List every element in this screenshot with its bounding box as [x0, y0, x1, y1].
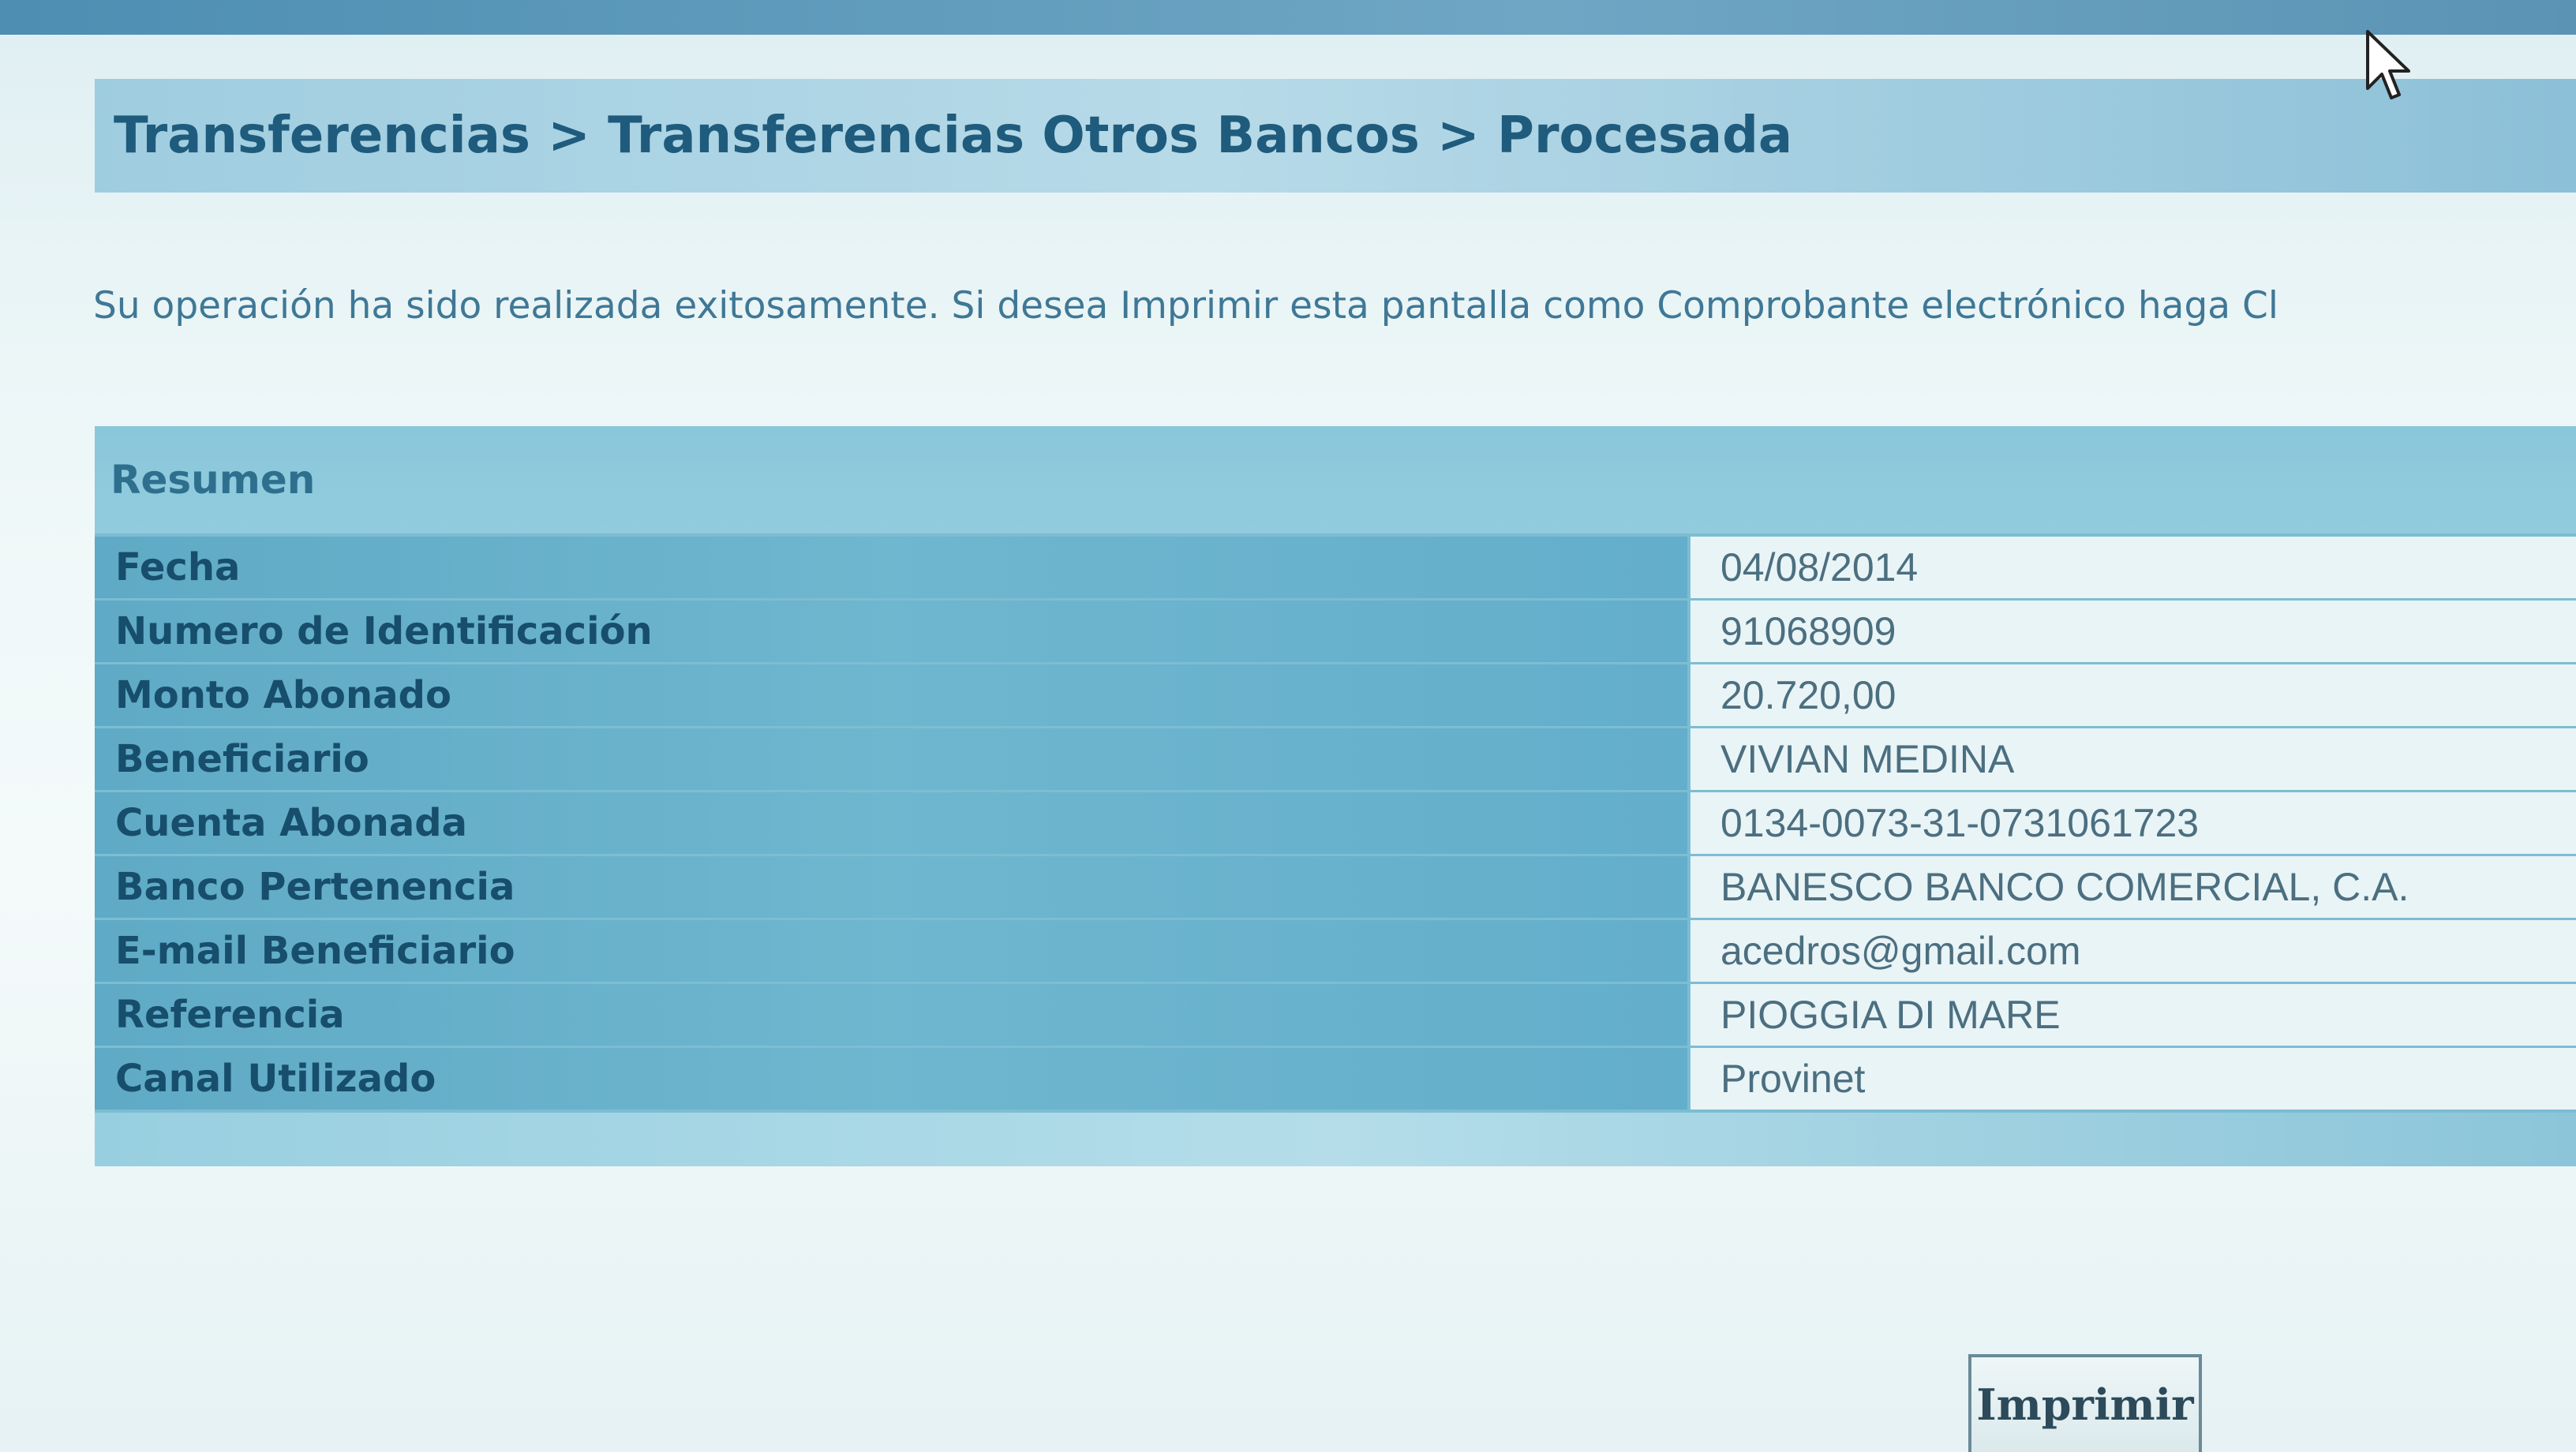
- print-button-label: Imprimir: [1976, 1379, 2194, 1430]
- row-value-cell: 04/08/2014: [1690, 537, 2576, 598]
- row-value: VIVIAN MEDINA: [1720, 737, 2015, 781]
- print-button[interactable]: Imprimir: [1968, 1354, 2202, 1452]
- row-value: 20.720,00: [1720, 673, 1896, 717]
- row-value-cell: 20.720,00: [1690, 664, 2576, 726]
- row-label: Fecha: [115, 545, 241, 589]
- row-value: PIOGGIA DI MARE: [1720, 993, 2061, 1037]
- summary-table: Fecha 04/08/2014 Numero de Identificació…: [95, 537, 2576, 1112]
- row-value: BANESCO BANCO COMERCIAL, C.A.: [1720, 865, 2409, 909]
- row-value: 91068909: [1720, 609, 1896, 653]
- table-row: Monto Abonado 20.720,00: [95, 664, 2576, 726]
- row-value-cell: Provinet: [1690, 1048, 2576, 1110]
- row-value: acedros@gmail.com: [1720, 929, 2081, 973]
- row-label: Banco Pertenencia: [115, 865, 515, 909]
- table-row: Canal Utilizado Provinet: [95, 1048, 2576, 1110]
- row-value-cell: VIVIAN MEDINA: [1690, 728, 2576, 790]
- row-label: Referencia: [115, 993, 345, 1037]
- row-value-cell: BANESCO BANCO COMERCIAL, C.A.: [1690, 856, 2576, 918]
- row-value: 0134-0073-31-0731061723: [1720, 801, 2200, 845]
- table-row: Beneficiario VIVIAN MEDINA: [95, 728, 2576, 790]
- summary-header: Resumen: [95, 426, 2576, 533]
- row-value-cell: 0134-0073-31-0731061723: [1690, 792, 2576, 854]
- row-label-cell: Monto Abonado: [95, 664, 1687, 726]
- breadcrumb-bar: Transferencias > Transferencias Otros Ba…: [95, 79, 2576, 193]
- breadcrumb: Transferencias > Transferencias Otros Ba…: [114, 107, 1793, 165]
- row-label-cell: Fecha: [95, 537, 1687, 598]
- row-label-cell: E-mail Beneficiario: [95, 920, 1687, 982]
- table-row: Banco Pertenencia BANESCO BANCO COMERCIA…: [95, 856, 2576, 918]
- table-row: E-mail Beneficiario acedros@gmail.com: [95, 920, 2576, 982]
- window-top-strip: [0, 0, 2576, 35]
- summary-panel: Resumen Fecha 04/08/2014 Numero de Ident…: [95, 426, 2576, 1166]
- row-value: 04/08/2014: [1720, 545, 1919, 589]
- summary-title: Resumen: [110, 457, 316, 503]
- success-message: Su operación ha sido realizada exitosame…: [93, 284, 2278, 327]
- table-row: Fecha 04/08/2014: [95, 537, 2576, 598]
- table-row: Referencia PIOGGIA DI MARE: [95, 984, 2576, 1046]
- row-value-cell: PIOGGIA DI MARE: [1690, 984, 2576, 1046]
- row-label-cell: Beneficiario: [95, 728, 1687, 790]
- table-row: Numero de Identificación 91068909: [95, 601, 2576, 662]
- row-value-cell: acedros@gmail.com: [1690, 920, 2576, 982]
- row-label: Cuenta Abonada: [115, 801, 467, 845]
- row-value: Provinet: [1720, 1057, 1866, 1101]
- row-label-cell: Banco Pertenencia: [95, 856, 1687, 918]
- row-label: Canal Utilizado: [115, 1057, 436, 1101]
- row-label-cell: Numero de Identificación: [95, 601, 1687, 662]
- row-label-cell: Cuenta Abonada: [95, 792, 1687, 854]
- row-label: Numero de Identificación: [115, 609, 653, 653]
- row-label-cell: Canal Utilizado: [95, 1048, 1687, 1110]
- row-label-cell: Referencia: [95, 984, 1687, 1046]
- row-label: Beneficiario: [115, 737, 369, 781]
- summary-footer: [95, 1113, 2576, 1166]
- row-label: E-mail Beneficiario: [115, 929, 515, 973]
- mouse-pointer-icon: [2366, 30, 2410, 99]
- table-row: Cuenta Abonada 0134-0073-31-0731061723: [95, 792, 2576, 854]
- row-value-cell: 91068909: [1690, 601, 2576, 662]
- row-label: Monto Abonado: [115, 673, 451, 717]
